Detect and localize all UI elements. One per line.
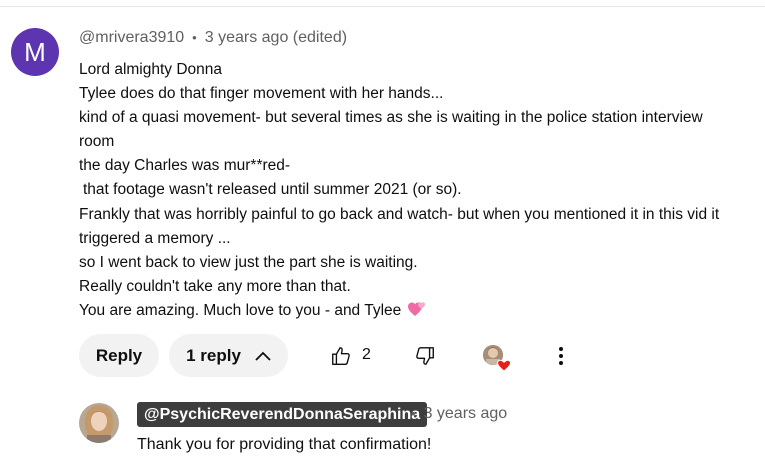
thumbs-down-icon[interactable] <box>414 345 436 367</box>
reply-text: Thank you for providing that confirmatio… <box>137 436 432 453</box>
comment-line: that footage wasn't released until summe… <box>83 181 462 199</box>
more-vert-icon[interactable] <box>554 344 568 368</box>
avatar[interactable]: M <box>11 28 59 76</box>
comment-line: room <box>79 133 115 151</box>
comment-line-text: You are amazing. Much love to you - and … <box>79 301 402 319</box>
reply-time-group: • 3 years ago <box>411 405 507 423</box>
comment-line: Tylee does do that finger movement with … <box>79 85 444 103</box>
reply-avatar-image <box>79 403 119 443</box>
reply-author-badge[interactable]: @PsychicReverendDonnaSeraphina <box>137 402 428 427</box>
comment-text: Lord almighty Donna Tylee does do that f… <box>79 58 739 323</box>
comment-time[interactable]: 3 years ago (edited) <box>205 29 347 46</box>
comment-line: Lord almighty Donna <box>79 61 223 78</box>
comment-line: the day Charles was mur**red- <box>79 157 291 175</box>
creator-heart-icon <box>483 345 512 372</box>
reply-time[interactable]: 3 years ago <box>424 405 508 422</box>
reply-avatar[interactable] <box>79 403 119 443</box>
reply-button[interactable]: Reply <box>79 334 159 377</box>
like-count: 2 <box>362 346 371 363</box>
comment-line: kind of a quasi movement- but several ti… <box>79 109 703 127</box>
separator-dot: • <box>192 30 197 45</box>
comment-line-last: You are amazing. Much love to you - and … <box>79 299 739 323</box>
comment-line: Really couldn't take any more than that. <box>79 277 351 295</box>
reply-label: Reply <box>95 345 143 365</box>
comment-line: triggered a memory ... <box>79 229 231 247</box>
comment-header: @mrivera3910 • 3 years ago (edited) <box>79 29 347 47</box>
replies-toggle-button[interactable]: 1 reply <box>169 334 288 377</box>
thumbs-up-icon[interactable] <box>330 345 352 367</box>
separator-dot: • <box>411 406 416 421</box>
two-hearts-icon <box>407 302 425 316</box>
top-divider <box>0 6 765 7</box>
comment-line: Frankly that was horribly painful to go … <box>79 205 720 223</box>
comment-line: so I went back to view just the part she… <box>79 253 418 271</box>
chevron-up-icon <box>255 351 271 361</box>
replies-label: 1 reply <box>186 345 241 365</box>
comment-author[interactable]: @mrivera3910 <box>79 29 184 46</box>
